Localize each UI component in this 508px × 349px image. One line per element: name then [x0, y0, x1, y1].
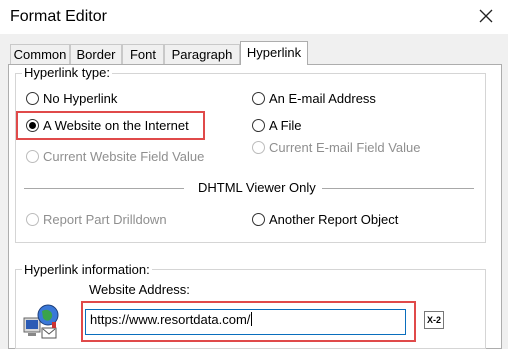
tab-paragraph-label: Paragraph	[171, 47, 233, 62]
radio-email[interactable]: An E-mail Address	[252, 91, 376, 106]
window-title: Format Editor	[10, 8, 107, 25]
radio-button[interactable]	[252, 92, 265, 105]
radio-current-email-field-label: Current E-mail Field Value	[269, 140, 421, 155]
hyperlink-info-legend: Hyperlink information:	[22, 262, 152, 277]
radio-current-email-field: Current E-mail Field Value	[252, 140, 420, 155]
radio-no-hyperlink-label: No Hyperlink	[43, 91, 118, 106]
radio-button-checked[interactable]	[26, 119, 39, 132]
formula-icon: X-2	[426, 315, 441, 325]
tab-font[interactable]: Font	[122, 44, 164, 64]
radio-website[interactable]: A Website on the Internet	[26, 118, 189, 133]
globe-computer-icon	[22, 302, 62, 342]
radio-email-label: An E-mail Address	[269, 91, 376, 106]
formula-button[interactable]: X-2	[424, 311, 444, 329]
close-icon[interactable]	[476, 6, 496, 26]
radio-button[interactable]	[26, 92, 39, 105]
radio-report-part-drilldown-label: Report Part Drilldown	[43, 212, 167, 227]
radio-no-hyperlink[interactable]: No Hyperlink	[26, 91, 117, 106]
radio-file[interactable]: A File	[252, 118, 302, 133]
tab-font-label: Font	[129, 47, 156, 62]
tab-common[interactable]: Common	[10, 44, 70, 64]
website-address-input[interactable]: https://www.resortdata.com/	[85, 309, 406, 335]
radio-another-report-object-label: Another Report Object	[269, 212, 399, 227]
tab-border[interactable]: Border	[70, 44, 122, 64]
text-cursor	[251, 312, 253, 326]
divider-left	[24, 188, 184, 189]
radio-button[interactable]	[252, 213, 265, 226]
radio-current-website-field-label: Current Website Field Value	[43, 149, 205, 164]
radio-button-disabled	[26, 213, 39, 226]
radio-website-label: A Website on the Internet	[43, 118, 189, 133]
dhtml-viewer-label: DHTML Viewer Only	[198, 180, 316, 195]
radio-current-website-field: Current Website Field Value	[26, 149, 204, 164]
radio-file-label: A File	[269, 118, 302, 133]
tab-border-label: Border	[76, 47, 116, 62]
radio-report-part-drilldown: Report Part Drilldown	[26, 212, 167, 227]
radio-another-report-object[interactable]: Another Report Object	[252, 212, 398, 227]
radio-button-disabled	[26, 150, 39, 163]
tab-common-label: Common	[13, 47, 67, 62]
tab-hyperlink[interactable]: Hyperlink	[240, 41, 308, 65]
radio-button[interactable]	[252, 119, 265, 132]
website-address-value: https://www.resortdata.com/	[90, 312, 251, 327]
tab-paragraph[interactable]: Paragraph	[164, 44, 240, 64]
radio-button-disabled	[252, 141, 265, 154]
website-address-label: Website Address:	[89, 282, 190, 297]
divider-right	[322, 188, 474, 189]
tab-hyperlink-label: Hyperlink	[246, 45, 302, 60]
hyperlink-type-legend: Hyperlink type:	[22, 65, 112, 80]
